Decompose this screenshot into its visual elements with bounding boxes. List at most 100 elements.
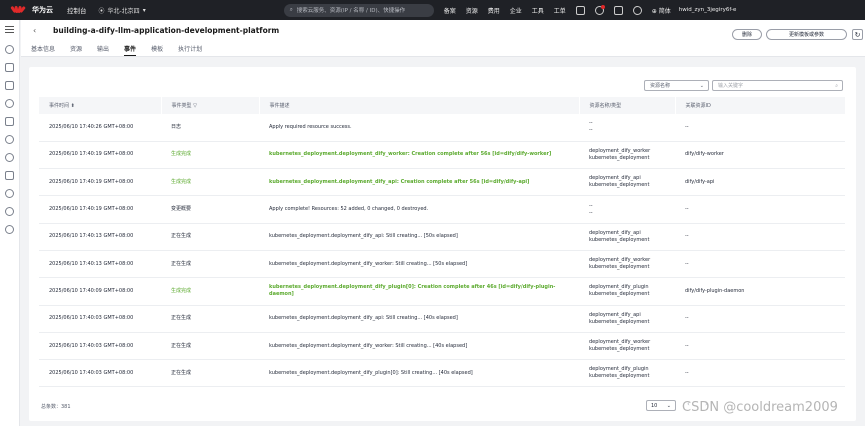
cell-event-time: 2025/06/10 17:40:26 GMT+08:00	[39, 114, 161, 142]
cloud-icon[interactable]	[5, 99, 14, 108]
cell-event-type: 正在生成	[161, 359, 259, 388]
update-template-button[interactable]: 更新模板或参数	[766, 29, 847, 40]
document-icon[interactable]	[5, 117, 14, 126]
page-size-select[interactable]: 10 ⌄	[646, 400, 676, 411]
nav-billing[interactable]: 费用	[488, 6, 500, 15]
column-event-time[interactable]: 事件时间 ⬍	[39, 97, 162, 114]
tab-basic-info[interactable]: 基本信息	[31, 44, 55, 56]
cell-event-type: 生成完成	[161, 141, 259, 170]
cell-event-time: 2025/06/10 17:40:03 GMT+08:00	[39, 332, 161, 361]
cell-related-resource-id: --	[675, 250, 845, 279]
watermark-text: CSDN @cooldream2009	[682, 400, 838, 415]
table-row: 2025/06/10 17:40:03 GMT+08:00 正在生成 kuberne…	[39, 305, 845, 333]
network-icon[interactable]	[5, 135, 14, 144]
brand-name[interactable]: 华为云	[32, 5, 53, 15]
resource-type: kubernetes_deployment	[589, 346, 650, 353]
column-resource-name-type: 资源名称/类型	[579, 97, 676, 114]
cloud-server-icon[interactable]	[5, 63, 14, 72]
cell-event-time: 2025/06/10 17:40:09 GMT+08:00	[39, 277, 161, 306]
cell-related-resource-id: --	[675, 359, 845, 388]
resource-name: deployment_dify_api	[589, 175, 641, 182]
tab-execution-plan[interactable]: 执行计划	[178, 44, 202, 56]
help-icon[interactable]	[632, 5, 642, 15]
cell-resource-name-type: deployment_dify_api kubernetes_deployment	[579, 305, 675, 333]
region-selector[interactable]: ⦿ 华北-北京四 ▾	[99, 6, 146, 15]
cell-event-time: 2025/06/10 17:40:13 GMT+08:00	[39, 250, 161, 279]
language-switch[interactable]: ⊕ 简体	[652, 6, 671, 15]
cell-event-type: 正在生成	[161, 223, 259, 251]
cloud-2-icon[interactable]	[5, 153, 14, 162]
menu-icon[interactable]	[5, 26, 14, 33]
cell-event-type: 生成完成	[161, 168, 259, 197]
search-icon: ⌕	[289, 6, 293, 13]
page-size-value: 10	[651, 402, 658, 409]
huawei-logo[interactable]	[10, 5, 26, 15]
top-bar: 华为云 控制台 ⦿ 华北-北京四 ▾ ⌕ 搜索云服务、资源(IP / 名称 / …	[0, 0, 865, 20]
cell-event-type: 生成完成	[161, 277, 259, 306]
sort-icon[interactable]: ⬍	[71, 103, 75, 109]
resource-name: deployment_dify_worker	[589, 257, 651, 264]
column-related-resource-id: 关联资源ID	[675, 97, 846, 114]
tab-outputs[interactable]: 输出	[97, 44, 109, 56]
cell-event-type: 变更概要	[161, 195, 259, 224]
bell-icon[interactable]	[594, 4, 605, 15]
filter-input-placeholder: 输入关键字	[718, 83, 744, 89]
globe-icon: ⊕	[651, 7, 657, 15]
total-count: 总条数：381	[41, 404, 71, 410]
message-icon[interactable]	[613, 5, 623, 15]
nav-enterprise[interactable]: 企业	[510, 6, 522, 15]
cell-resource-name-type: deployment_dify_worker kubernetes_deploym…	[579, 141, 675, 170]
filter-keyword-input[interactable]: 输入关键字 ⌕	[712, 80, 843, 91]
region-label: 华北-北京四	[107, 7, 140, 15]
cell-resource-name-type: -- --	[579, 114, 675, 142]
cell-event-time: 2025/06/10 17:40:13 GMT+08:00	[39, 223, 161, 251]
tab-resources[interactable]: 资源	[70, 44, 82, 56]
cell-event-description: kubernetes_deployment.deployment_dify_pl…	[259, 359, 579, 388]
terminal-icon[interactable]	[575, 5, 585, 15]
cell-event-description: kubernetes_deployment.deployment_dify_wo…	[259, 332, 579, 361]
table-row: 2025/06/10 17:40:13 GMT+08:00 正在生成 kuberne…	[39, 250, 845, 279]
tab-events[interactable]: 事件	[124, 44, 137, 56]
global-search[interactable]: ⌕ 搜索云服务、资源(IP / 名称 / ID)、快捷操作	[283, 3, 434, 17]
table-row: 2025/06/10 17:40:19 GMT+08:00 变更概要 Apply c…	[39, 195, 845, 224]
nav-resources[interactable]: 资源	[466, 6, 478, 15]
resource-type: kubernetes_deployment	[589, 373, 650, 380]
nav-beian[interactable]: 备案	[444, 6, 456, 15]
cell-event-type: 日志	[161, 114, 259, 142]
resource-name: deployment_dify_worker	[589, 339, 651, 346]
filter-select-value: 资源名称	[650, 83, 671, 89]
back-arrow-icon[interactable]: ‹	[33, 26, 36, 35]
resource-name: deployment_dify_worker	[589, 147, 651, 154]
cell-related-resource-id: --	[675, 195, 845, 224]
chevron-down-icon: ▾	[142, 6, 146, 14]
search-icon: ⌕	[835, 82, 838, 89]
shield-icon[interactable]	[5, 207, 14, 216]
console-link[interactable]: 控制台	[67, 5, 87, 15]
table-row: 2025/06/10 17:40:13 GMT+08:00 正在生成 kuberne…	[39, 223, 845, 251]
cell-resource-name-type: deployment_dify_api kubernetes_deployment	[579, 168, 675, 197]
table-row: 2025/06/10 17:40:19 GMT+08:00 生成完成 kuberne…	[39, 168, 845, 197]
search-placeholder: 搜索云服务、资源(IP / 名称 / ID)、快捷操作	[296, 8, 406, 14]
filter-attribute-select[interactable]: 资源名称 ⌄	[644, 80, 709, 91]
filter-funnel-icon[interactable]: ▽	[193, 103, 197, 109]
refresh-button[interactable]: ↻	[852, 29, 863, 40]
location-pin-icon: ⦿	[98, 7, 105, 15]
cell-event-description: Apply complete! Resources: 52 added, 0 c…	[259, 195, 579, 224]
nav-tickets[interactable]: 工单	[554, 6, 566, 15]
cell-resource-name-type: deployment_dify_worker kubernetes_deploym…	[579, 250, 675, 279]
cell-related-resource-id: --	[675, 332, 845, 361]
anchor-icon[interactable]	[5, 171, 14, 180]
user-account[interactable]: hwid_zyn_3jegiry6f-e	[679, 7, 737, 13]
column-event-type[interactable]: 事件类型 ▽	[161, 97, 260, 114]
nav-tools[interactable]: 工具	[532, 6, 544, 15]
clock-icon[interactable]	[5, 189, 14, 198]
settings-icon[interactable]	[5, 225, 14, 234]
table-row: 2025/06/10 17:40:19 GMT+08:00 生成完成 kuberne…	[39, 141, 845, 170]
chevron-down-icon: ⌄	[699, 82, 704, 89]
tab-template[interactable]: 模板	[151, 44, 163, 56]
cell-event-description: kubernetes_deployment.deployment_dify_ap…	[259, 168, 579, 197]
delete-button[interactable]: 删除	[732, 29, 762, 40]
storage-icon[interactable]	[5, 81, 14, 90]
cell-resource-name-type: deployment_dify_api kubernetes_deployment	[579, 223, 675, 251]
dashboard-icon[interactable]	[5, 45, 14, 54]
